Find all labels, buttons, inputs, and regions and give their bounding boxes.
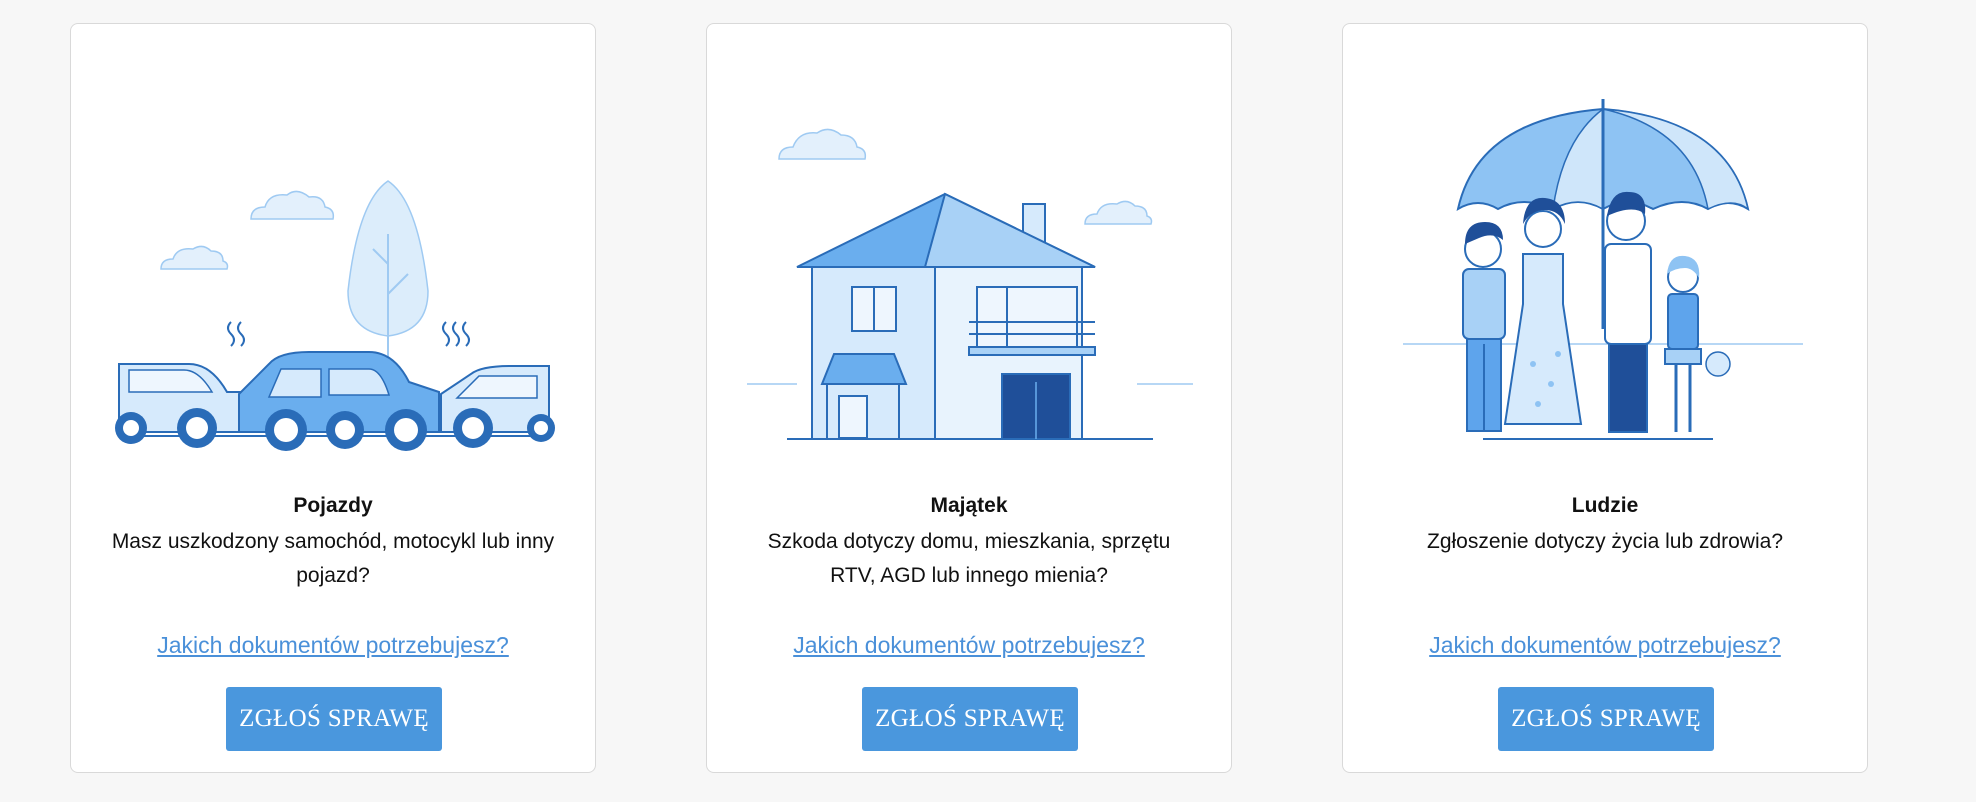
person-man-icon xyxy=(1604,191,1652,433)
card-description: Zgłoszenie dotyczy życia lub zdrowia? xyxy=(1427,530,1783,553)
person-woman-icon xyxy=(1503,197,1583,425)
family-umbrella-illustration xyxy=(1403,99,1803,440)
report-claim-button[interactable]: ZGŁOŚ SPRAWĘ xyxy=(226,687,442,751)
report-claim-button[interactable]: ZGŁOŚ SPRAWĘ xyxy=(1498,687,1714,751)
card-people: Ludzie Zgłoszenie dotyczy życia lub zdro… xyxy=(1342,23,1868,773)
tree-icon xyxy=(347,180,429,364)
house-illustration xyxy=(747,128,1193,440)
documents-link[interactable]: Jakich dokumentów potrzebujesz? xyxy=(707,632,1231,659)
card-title: Ludzie xyxy=(1571,494,1639,517)
claim-category-cards: Pojazdy Masz uszkodzony samochód, motocy… xyxy=(0,0,1976,802)
card-title: Pojazdy xyxy=(293,494,373,517)
car-middle-icon xyxy=(238,351,440,451)
cloud-icon xyxy=(1084,200,1153,225)
impact-icon xyxy=(227,321,470,347)
cloud-icon xyxy=(160,245,229,270)
person-boy-icon xyxy=(1462,222,1506,432)
documents-link[interactable]: Jakich dokumentów potrzebujesz? xyxy=(71,632,595,659)
card-property: Majątek Szkoda dotyczy domu, mieszkania,… xyxy=(706,23,1232,773)
card-vehicles: Pojazdy Masz uszkodzony samochód, motocy… xyxy=(70,23,596,773)
report-claim-button[interactable]: ZGŁOŚ SPRAWĘ xyxy=(862,687,1078,751)
cloud-icon xyxy=(778,128,867,160)
car-crash-illustration xyxy=(115,180,555,451)
card-title: Majątek xyxy=(930,494,1008,517)
card-description: Masz uszkodzony samochód, motocykl lub i… xyxy=(111,530,555,587)
documents-link[interactable]: Jakich dokumentów potrzebujesz? xyxy=(1343,632,1867,659)
card-description: Szkoda dotyczy domu, mieszkania, sprzętu… xyxy=(767,530,1171,587)
cloud-icon xyxy=(250,190,335,220)
